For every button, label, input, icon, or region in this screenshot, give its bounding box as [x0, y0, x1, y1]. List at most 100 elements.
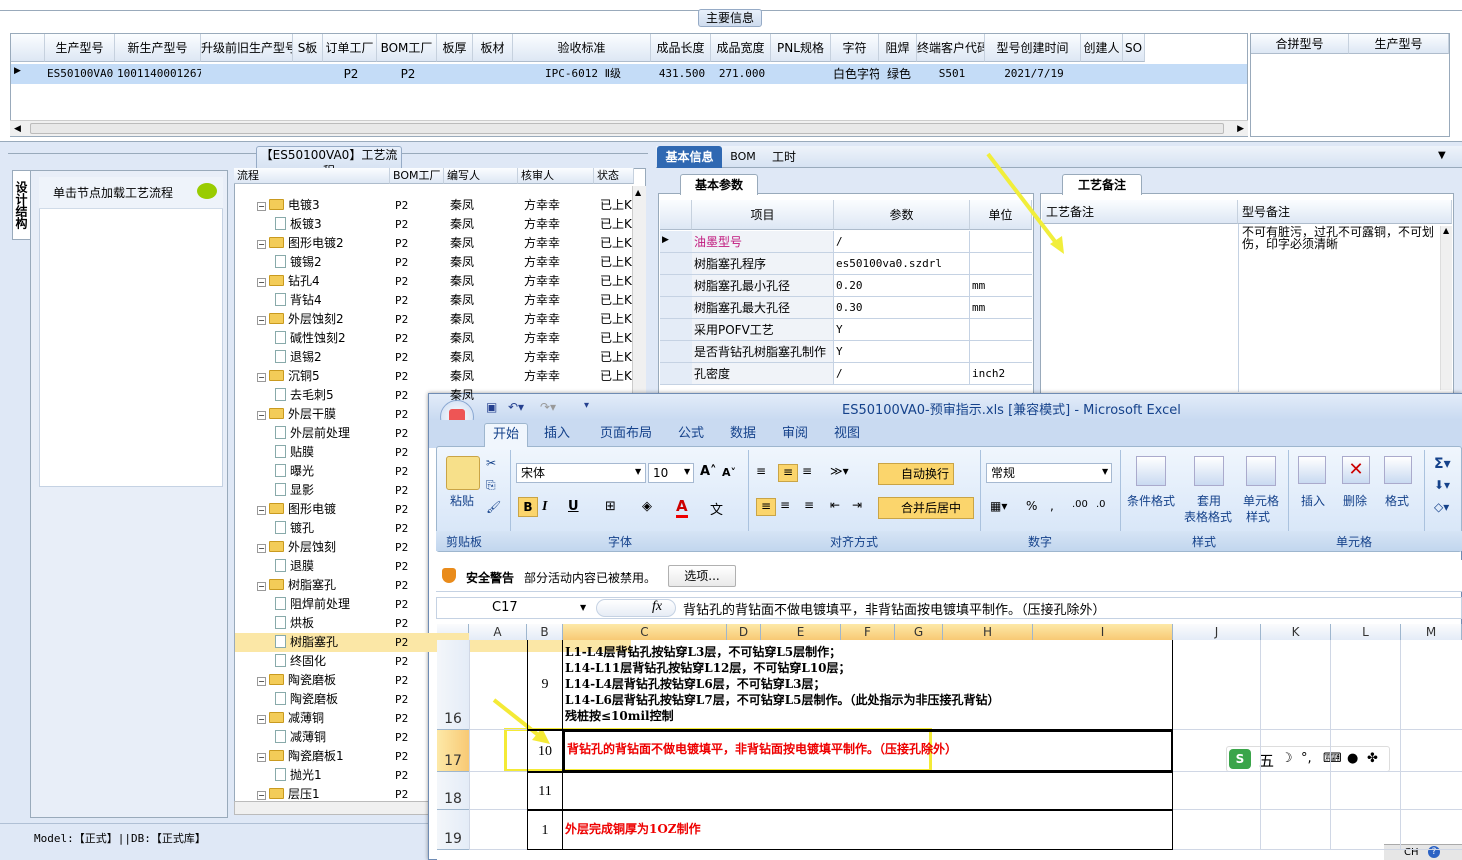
row-header[interactable]: 18	[437, 772, 469, 810]
currency-icon[interactable]: ▦▾	[990, 499, 1007, 513]
param-value[interactable]: Y	[834, 341, 970, 363]
align-middle-icon[interactable]: ≡	[778, 464, 798, 482]
ribbon-tab[interactable]: 开始	[484, 423, 529, 447]
cell[interactable]	[1401, 772, 1462, 810]
sequence-cell[interactable]: 11	[527, 772, 563, 810]
column-header[interactable]: A	[469, 624, 527, 640]
tab-basic-params[interactable]: 基本参数	[680, 174, 758, 195]
collapse-icon[interactable]: −	[257, 411, 266, 420]
cell-styles-button[interactable]: 单元格	[1240, 492, 1282, 509]
param-row-selector[interactable]	[660, 319, 692, 341]
column-header[interactable]: F	[841, 624, 895, 640]
column-header[interactable]: B	[527, 624, 563, 640]
fill-icon[interactable]: ⬇▾	[1434, 478, 1450, 492]
collapse-icon[interactable]: −	[257, 544, 266, 553]
collapse-icon[interactable]: −	[257, 278, 266, 287]
insert-cells-button[interactable]: 插入	[1298, 492, 1328, 509]
tree-node[interactable]: 退锡2	[275, 348, 322, 367]
tree-node[interactable]: − 陶瓷磨板	[257, 671, 336, 690]
tree-node[interactable]: 退膜	[275, 557, 314, 576]
align-bottom-icon[interactable]: ≡	[802, 464, 822, 482]
sequence-cell[interactable]: 9	[527, 640, 563, 730]
tree-node[interactable]: 阻焊前处理	[275, 595, 350, 614]
cell-styles-icon[interactable]	[1246, 456, 1276, 486]
tree-node[interactable]: − 沉铜5	[257, 367, 320, 386]
autosum-icon[interactable]: Σ▾	[1434, 456, 1451, 472]
collapse-icon[interactable]: −	[257, 791, 266, 800]
tree-node[interactable]: − 图形电镀2	[257, 234, 344, 253]
content-cell[interactable]: 外层完成铜厚为1OZ制作	[563, 810, 1173, 850]
row-header[interactable]: 16	[437, 640, 469, 730]
cell[interactable]	[1401, 730, 1462, 772]
tree-node[interactable]: − 外层蚀刻	[257, 538, 336, 557]
tree-node[interactable]: 板镀3	[275, 215, 322, 234]
cell[interactable]	[1331, 640, 1401, 730]
align-center-icon[interactable]: ≡	[780, 498, 790, 512]
content-cell[interactable]	[563, 772, 1173, 810]
ribbon-tab[interactable]: 公式	[670, 423, 712, 447]
font-color-icon[interactable]: A	[676, 497, 688, 518]
tree-node[interactable]: 背钻4	[275, 291, 322, 310]
align-top-icon[interactable]: ≡	[756, 464, 776, 482]
param-value[interactable]: Y	[834, 319, 970, 341]
row-header[interactable]: 17	[437, 730, 469, 772]
tree-node[interactable]: 陶瓷磨板	[275, 690, 338, 709]
column-header[interactable]: M	[1401, 624, 1462, 640]
cell[interactable]	[1331, 772, 1401, 810]
decrease-decimal-icon[interactable]: .0	[1096, 499, 1106, 510]
format-cells-icon[interactable]	[1384, 456, 1412, 484]
grow-font-icon[interactable]: A˄	[700, 464, 717, 479]
conditional-format-icon[interactable]	[1136, 456, 1166, 486]
tree-node[interactable]: 终固化	[275, 652, 326, 671]
param-row-selector[interactable]	[660, 297, 692, 319]
conditional-format-button[interactable]: 条件格式	[1124, 492, 1178, 509]
cell[interactable]	[1261, 640, 1331, 730]
sequence-cell[interactable]: 10	[527, 730, 563, 772]
scroll-right-icon[interactable]: ▶	[1237, 124, 1244, 134]
chevron-down-icon[interactable]: ▼	[1102, 467, 1108, 476]
tree-node[interactable]: − 外层蚀刻2	[257, 310, 344, 329]
increase-decimal-icon[interactable]: .00	[1072, 499, 1088, 510]
tree-node[interactable]: 曝光	[275, 462, 314, 481]
ribbon-tab[interactable]: 视图	[826, 423, 868, 447]
align-left-icon[interactable]: ≡	[756, 498, 776, 516]
param-value[interactable]: es50100va0.szdrl	[834, 253, 970, 275]
cell[interactable]	[1173, 810, 1261, 850]
param-value[interactable]: 0.20	[834, 275, 970, 297]
tab-dropdown-icon[interactable]: ▼	[1438, 150, 1446, 161]
cell[interactable]	[1261, 810, 1331, 850]
cell[interactable]	[1261, 730, 1331, 772]
tree-node[interactable]: 减薄铜	[275, 728, 326, 747]
cell[interactable]	[1173, 772, 1261, 810]
main-hscrollbar[interactable]: ◀ ▶	[10, 120, 1248, 136]
collapse-icon[interactable]: −	[257, 582, 266, 591]
tab-bom[interactable]: BOM	[728, 146, 758, 168]
collapse-icon[interactable]: −	[257, 202, 266, 211]
ribbon-tab[interactable]: 插入	[536, 423, 578, 447]
column-header[interactable]: D	[727, 624, 761, 640]
tab-basic-info[interactable]: 基本信息	[657, 146, 722, 168]
tree-node[interactable]: 镀孔	[275, 519, 314, 538]
tree-node[interactable]: − 树脂塞孔	[257, 576, 336, 595]
security-options-button[interactable]: 选项...	[668, 565, 736, 587]
column-header[interactable]: K	[1261, 624, 1331, 640]
tree-node[interactable]: − 电镀3	[257, 196, 320, 215]
cell[interactable]	[1261, 772, 1331, 810]
tree-node[interactable]: − 层压1	[257, 785, 320, 804]
merge-grid[interactable]: 合拼型号 生产型号	[1250, 33, 1450, 137]
cell[interactable]	[469, 772, 527, 810]
cell[interactable]	[1401, 640, 1462, 730]
content-cell[interactable]: L1-L4层背钻孔按钻穿L3层，不可钻穿L5层制作； L14-L11层背钻孔按钻穿…	[563, 640, 1173, 730]
insert-cells-icon[interactable]	[1298, 456, 1326, 484]
delete-cells-icon[interactable]: ✕	[1342, 456, 1370, 484]
collapse-icon[interactable]: −	[257, 506, 266, 515]
tree-node[interactable]: − 外层干膜	[257, 405, 336, 424]
orientation-icon[interactable]: ≫▾	[830, 464, 849, 478]
formula-input[interactable]: 背钻孔的背钻面不做电镀填平，非背钻面按电镀填平制作。（压接孔除外）	[683, 599, 1106, 618]
tree-node[interactable]: − 陶瓷磨板1	[257, 747, 344, 766]
cell[interactable]	[469, 730, 527, 772]
delete-cells-button[interactable]: 删除	[1340, 492, 1370, 509]
comment-icon[interactable]	[197, 183, 217, 199]
wrap-text-button[interactable]: 自动换行	[878, 463, 954, 485]
percent-icon[interactable]: %	[1026, 499, 1037, 513]
